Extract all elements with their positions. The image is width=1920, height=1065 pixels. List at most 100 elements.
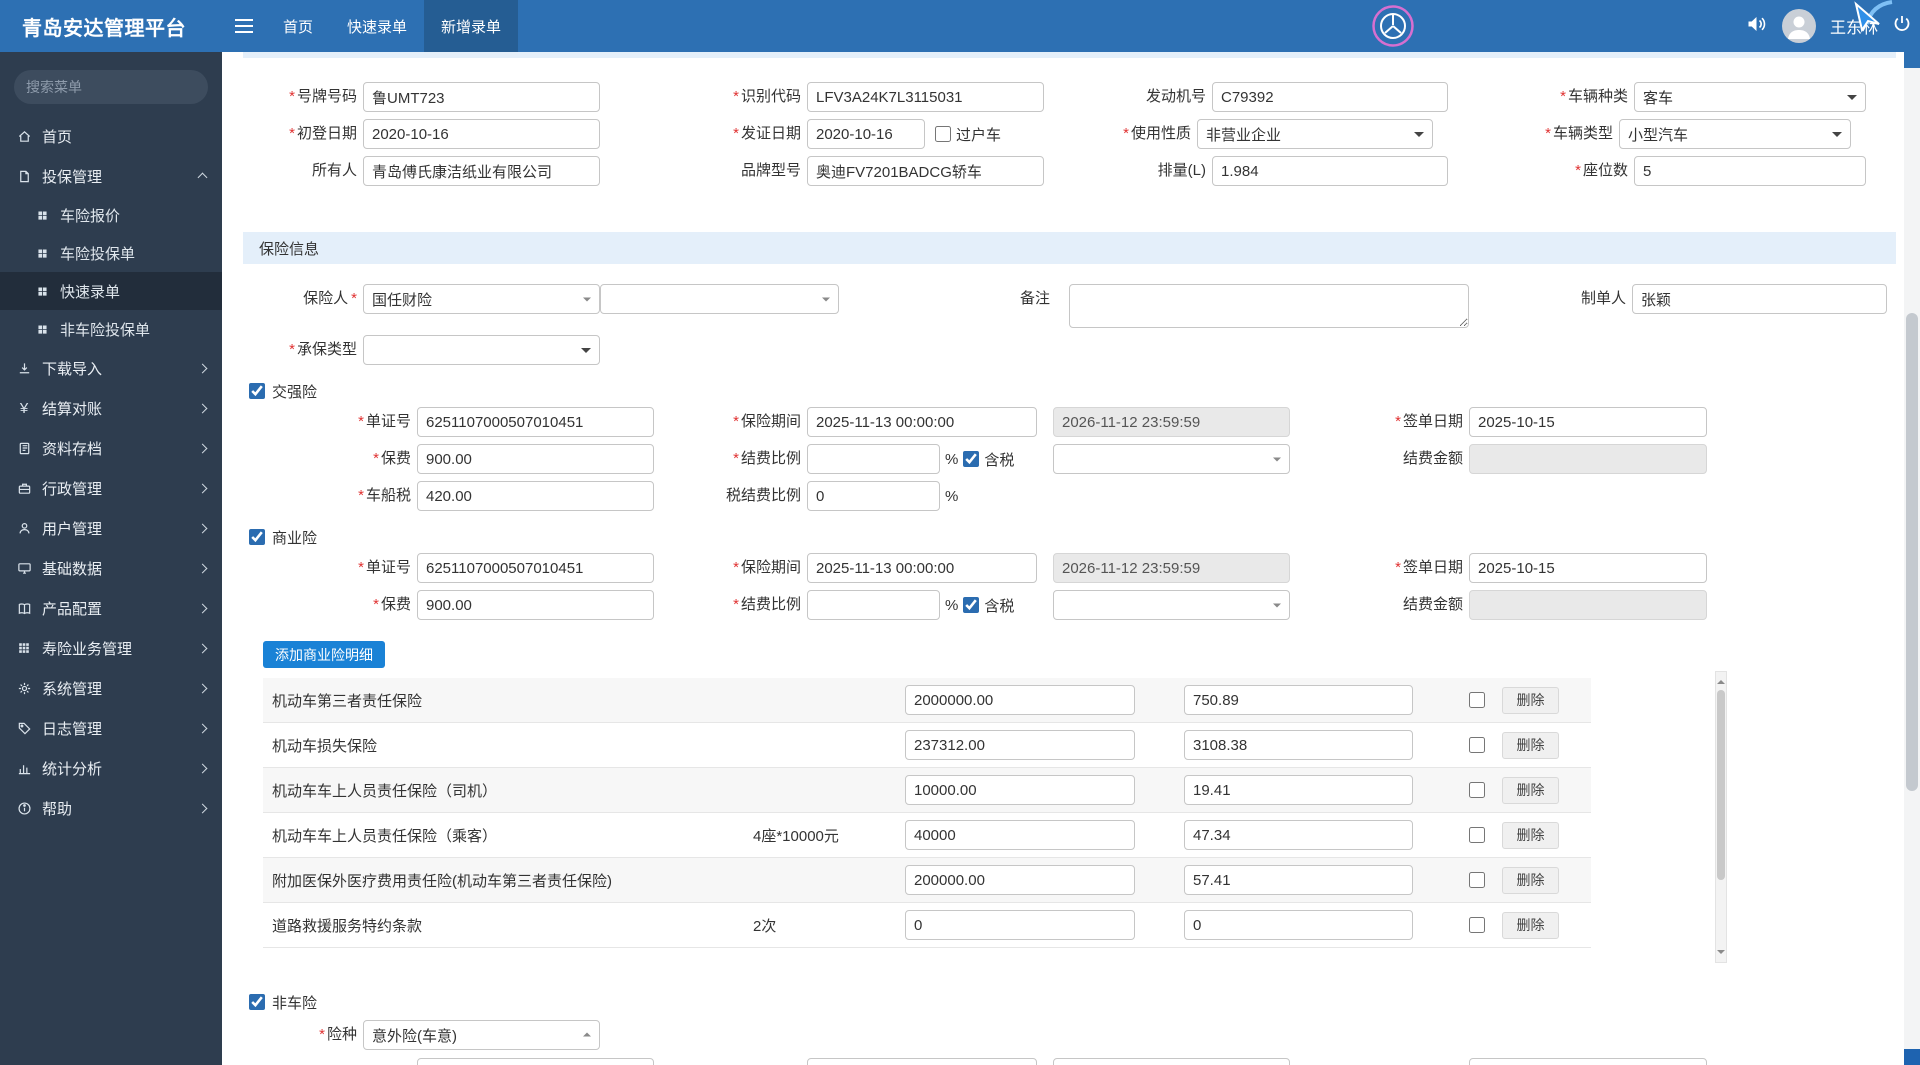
coverage-premium-input[interactable] xyxy=(1184,775,1413,805)
nav-tab-new-entry[interactable]: 新增录单 xyxy=(424,0,519,52)
compulsory-toggle[interactable]: 交强险 xyxy=(249,381,1904,401)
vehicle-type-select[interactable]: 小型汽车 xyxy=(1619,119,1852,149)
transfer-checkbox[interactable] xyxy=(935,126,951,142)
commercial-checkbox[interactable] xyxy=(249,529,265,545)
ratio-input[interactable] xyxy=(807,590,940,620)
premium-input[interactable] xyxy=(417,444,654,474)
engine-input[interactable] xyxy=(1212,82,1448,112)
plate-input[interactable] xyxy=(363,82,600,112)
hamburger-button[interactable] xyxy=(222,0,266,52)
sidebar-item-statistics[interactable]: 统计分析 xyxy=(0,748,222,788)
delete-button[interactable]: 删除 xyxy=(1502,911,1559,939)
coverage-amount-input[interactable] xyxy=(905,730,1135,760)
coverage-checkbox[interactable] xyxy=(1469,917,1485,933)
menu-search-input[interactable] xyxy=(26,79,207,95)
owner-input[interactable] xyxy=(363,156,600,186)
coverage-checkbox[interactable] xyxy=(1469,692,1485,708)
maker-input[interactable] xyxy=(1632,284,1887,314)
issue-date-input[interactable] xyxy=(807,119,925,149)
settle-option-select[interactable] xyxy=(1053,444,1290,474)
cropped-input[interactable] xyxy=(1053,1058,1290,1065)
cropped-input[interactable] xyxy=(807,1058,1037,1065)
sidebar-item-settlement[interactable]: ¥ 结算对账 xyxy=(0,388,222,428)
coverage-type-select[interactable] xyxy=(363,335,600,365)
coverage-premium-input[interactable] xyxy=(1184,685,1413,715)
sidebar-item-life-business[interactable]: 寿险业务管理 xyxy=(0,628,222,668)
compulsory-checkbox[interactable] xyxy=(249,383,265,399)
coverage-amount-input[interactable] xyxy=(905,775,1135,805)
first-reg-input[interactable] xyxy=(363,119,600,149)
delete-button[interactable]: 删除 xyxy=(1502,776,1559,804)
scroll-up-icon[interactable] xyxy=(1717,676,1725,684)
sign-date-input[interactable] xyxy=(1469,407,1707,437)
coverage-amount-input[interactable] xyxy=(905,910,1135,940)
sound-button[interactable] xyxy=(1746,14,1768,39)
sidebar-item-base-data[interactable]: 基础数据 xyxy=(0,548,222,588)
logout-button[interactable] xyxy=(1892,14,1912,39)
insurer-select[interactable]: 国任财险 xyxy=(363,284,600,314)
ratio-input[interactable] xyxy=(807,444,940,474)
remark-textarea[interactable] xyxy=(1069,284,1469,328)
scroll-bottom-button[interactable] xyxy=(1904,1049,1920,1065)
vehicle-kind-select[interactable]: 客车 xyxy=(1634,82,1866,112)
sidebar-subitem-non-vehicle-form[interactable]: 非车险投保单 xyxy=(0,310,222,348)
page-scrollbar-thumb[interactable] xyxy=(1906,313,1918,791)
sidebar-subitem-quick-entry[interactable]: 快速录单 xyxy=(0,272,222,310)
sidebar-item-archive[interactable]: 资料存档 xyxy=(0,428,222,468)
delete-button[interactable]: 删除 xyxy=(1502,686,1559,714)
add-commercial-detail-button[interactable]: 添加商业险明细 xyxy=(263,641,385,668)
sidebar-item-policy-management[interactable]: 投保管理 xyxy=(0,156,222,196)
nav-tab-quick-entry[interactable]: 快速录单 xyxy=(330,0,424,52)
delete-button[interactable]: 删除 xyxy=(1502,731,1559,759)
period-start-input[interactable] xyxy=(807,553,1037,583)
nav-tab-home[interactable]: 首页 xyxy=(266,0,330,52)
coverage-premium-input[interactable] xyxy=(1184,820,1413,850)
coverage-checkbox[interactable] xyxy=(1469,737,1485,753)
period-start-input[interactable] xyxy=(807,407,1037,437)
doc-no-input[interactable] xyxy=(417,407,654,437)
table-scrollbar[interactable] xyxy=(1715,671,1727,963)
usage-select[interactable]: 非营业企业 xyxy=(1197,119,1434,149)
displacement-input[interactable] xyxy=(1212,156,1448,186)
sidebar-item-product-config[interactable]: 产品配置 xyxy=(0,588,222,628)
premium-input[interactable] xyxy=(417,590,654,620)
sidebar-subitem-quote[interactable]: 车险报价 xyxy=(0,196,222,234)
scrollbar-thumb[interactable] xyxy=(1717,690,1725,880)
model-input[interactable] xyxy=(807,156,1044,186)
sidebar-item-download[interactable]: 下载导入 xyxy=(0,348,222,388)
sidebar-item-logs[interactable]: 日志管理 xyxy=(0,708,222,748)
non-vehic le-checkbox[interactable] xyxy=(249,994,265,1010)
insurance-type-select[interactable]: 意外险(车意) xyxy=(363,1020,600,1050)
commercial-toggle[interactable]: 商业险 xyxy=(249,527,1904,547)
coverage-premium-input[interactable] xyxy=(1184,910,1413,940)
coverage-amount-input[interactable] xyxy=(905,685,1135,715)
user-avatar[interactable] xyxy=(1781,9,1816,43)
sidebar-item-system[interactable]: 系统管理 xyxy=(0,668,222,708)
doc-no-input[interactable] xyxy=(417,553,654,583)
coverage-premium-input[interactable] xyxy=(1184,730,1413,760)
delete-button[interactable]: 删除 xyxy=(1502,866,1559,894)
vessel-ratio-input[interactable] xyxy=(807,481,940,511)
delete-button[interactable]: 删除 xyxy=(1502,821,1559,849)
insurer-product-select[interactable] xyxy=(600,284,839,314)
coverage-checkbox[interactable] xyxy=(1469,827,1485,843)
sidebar-item-users[interactable]: 用户管理 xyxy=(0,508,222,548)
scroll-down-icon[interactable] xyxy=(1717,950,1725,958)
tax-included-checkbox[interactable] xyxy=(963,597,980,613)
settle-option-select[interactable] xyxy=(1053,590,1290,620)
tax-included-checkbox[interactable] xyxy=(963,451,980,467)
coverage-checkbox[interactable] xyxy=(1469,782,1485,798)
sidebar-item-administration[interactable]: 行政管理 xyxy=(0,468,222,508)
coverage-amount-input[interactable] xyxy=(905,820,1135,850)
cropped-input[interactable] xyxy=(1469,1058,1707,1065)
seats-input[interactable] xyxy=(1634,156,1866,186)
sidebar-subitem-policy-form[interactable]: 车险投保单 xyxy=(0,234,222,272)
vin-input[interactable] xyxy=(807,82,1044,112)
vessel-tax-input[interactable] xyxy=(417,481,654,511)
cropped-input[interactable] xyxy=(417,1058,654,1065)
sign-date-input[interactable] xyxy=(1469,553,1707,583)
page-scrollbar[interactable] xyxy=(1904,52,1920,1065)
coverage-premium-input[interactable] xyxy=(1184,865,1413,895)
coverage-checkbox[interactable] xyxy=(1469,872,1485,888)
coverage-amount-input[interactable] xyxy=(905,865,1135,895)
